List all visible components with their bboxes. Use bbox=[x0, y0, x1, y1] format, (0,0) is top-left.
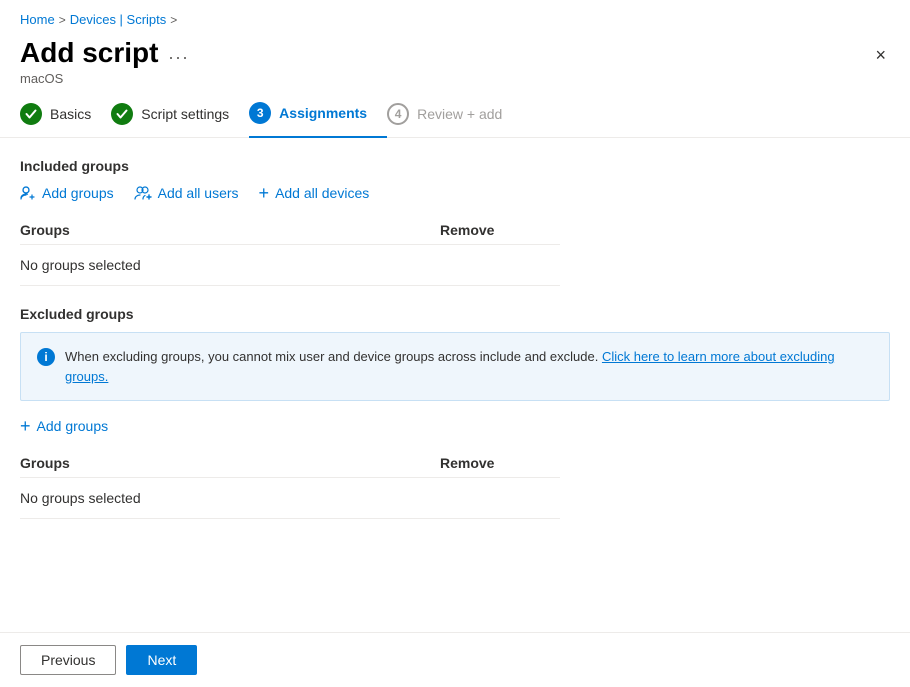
excluded-groups-info-box: i When excluding groups, you cannot mix … bbox=[20, 332, 890, 401]
included-groups-empty-row: No groups selected bbox=[20, 245, 560, 286]
add-all-devices-button[interactable]: + Add all devices bbox=[259, 184, 370, 202]
step-script-settings[interactable]: Script settings bbox=[111, 103, 249, 137]
excluded-groups-col-header: Groups bbox=[20, 449, 440, 478]
previous-button[interactable]: Previous bbox=[20, 645, 116, 675]
excluded-remove-col-header: Remove bbox=[440, 449, 560, 478]
excluded-groups-empty-remove bbox=[440, 478, 560, 519]
people-add-icon bbox=[134, 185, 152, 201]
included-groups-empty-text: No groups selected bbox=[20, 245, 440, 286]
breadcrumb-sep-1: > bbox=[59, 13, 66, 27]
page-title-ellipsis[interactable]: ... bbox=[168, 43, 189, 64]
steps-bar: Basics Script settings 3 Assignments 4 R… bbox=[0, 86, 910, 138]
step-assignments-label: Assignments bbox=[279, 105, 367, 121]
add-all-devices-label: Add all devices bbox=[275, 185, 369, 201]
close-button[interactable]: × bbox=[871, 41, 890, 70]
step-basics-icon bbox=[20, 103, 42, 125]
excluded-groups-empty-text: No groups selected bbox=[20, 478, 440, 519]
excluded-add-groups-button[interactable]: + Add groups bbox=[20, 417, 108, 435]
included-groups-empty-remove bbox=[440, 245, 560, 286]
excluded-groups-table: Groups Remove No groups selected bbox=[20, 449, 560, 519]
step-review-add[interactable]: 4 Review + add bbox=[387, 103, 522, 137]
excluded-groups-section: Excluded groups i When excluding groups,… bbox=[20, 306, 890, 519]
person-add-icon bbox=[20, 185, 36, 201]
included-groups-action-bar: Add groups Add all users + Add all devic… bbox=[20, 184, 890, 202]
step-assignments[interactable]: 3 Assignments bbox=[249, 102, 387, 138]
breadcrumb-devices-scripts[interactable]: Devices | Scripts bbox=[70, 12, 167, 27]
breadcrumb: Home > Devices | Scripts > bbox=[0, 0, 910, 33]
next-button[interactable]: Next bbox=[126, 645, 197, 675]
main-content: Included groups Add groups bbox=[0, 138, 910, 519]
step-basics[interactable]: Basics bbox=[20, 103, 111, 137]
excluded-add-groups-label: Add groups bbox=[37, 418, 109, 434]
step-assignments-icon: 3 bbox=[249, 102, 271, 124]
add-groups-button[interactable]: Add groups bbox=[20, 185, 114, 201]
add-all-users-label: Add all users bbox=[158, 185, 239, 201]
included-groups-title: Included groups bbox=[20, 158, 890, 174]
add-groups-label: Add groups bbox=[42, 185, 114, 201]
page-subtitle: macOS bbox=[20, 71, 189, 86]
page-title-text: Add script bbox=[20, 37, 158, 69]
remove-col-header: Remove bbox=[440, 216, 560, 245]
add-all-users-button[interactable]: Add all users bbox=[134, 185, 239, 201]
breadcrumb-home[interactable]: Home bbox=[20, 12, 55, 27]
step-review-add-icon: 4 bbox=[387, 103, 409, 125]
step-review-add-label: Review + add bbox=[417, 106, 502, 122]
step-script-settings-label: Script settings bbox=[141, 106, 229, 122]
included-groups-table: Groups Remove No groups selected bbox=[20, 216, 560, 286]
step-script-settings-icon bbox=[111, 103, 133, 125]
page-header: Add script ... macOS × bbox=[0, 33, 910, 86]
included-groups-section: Included groups Add groups bbox=[20, 158, 890, 286]
page-title-area: Add script ... macOS bbox=[20, 37, 189, 86]
excluded-groups-empty-row: No groups selected bbox=[20, 478, 560, 519]
step-basics-label: Basics bbox=[50, 106, 91, 122]
plus-icon: + bbox=[259, 184, 270, 202]
footer: Previous Next bbox=[0, 632, 910, 687]
groups-col-header: Groups bbox=[20, 216, 440, 245]
excluded-groups-title: Excluded groups bbox=[20, 306, 890, 322]
info-message: When excluding groups, you cannot mix us… bbox=[65, 349, 598, 364]
page-title: Add script ... bbox=[20, 37, 189, 69]
info-icon: i bbox=[37, 348, 55, 366]
info-text: When excluding groups, you cannot mix us… bbox=[65, 347, 873, 386]
excluded-plus-icon: + bbox=[20, 417, 31, 435]
breadcrumb-sep-2: > bbox=[170, 13, 177, 27]
